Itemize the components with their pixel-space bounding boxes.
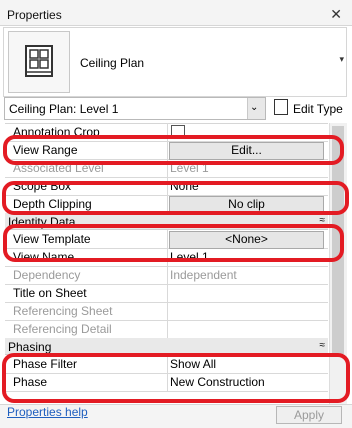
properties-help-link[interactable]: Properties help bbox=[7, 405, 88, 419]
column-divider bbox=[167, 284, 168, 302]
column-divider bbox=[167, 266, 168, 284]
view-name-field[interactable]: Level 1 bbox=[170, 250, 209, 264]
scope-box-value[interactable]: None bbox=[170, 179, 199, 193]
row-scope-box: Scope Box None bbox=[5, 177, 328, 196]
view-range-edit-button[interactable]: Edit... bbox=[169, 142, 324, 160]
annotation-crop-checkbox[interactable] bbox=[171, 125, 185, 139]
chevron-down-icon: ⌄ bbox=[250, 102, 259, 113]
group-label: Identity Data bbox=[8, 215, 76, 229]
row-label: Annotation Crop bbox=[13, 125, 100, 139]
row-value: Independent bbox=[170, 268, 237, 282]
row-title-on-sheet: Title on Sheet bbox=[5, 284, 328, 303]
row-label: Referencing Detail bbox=[13, 322, 112, 336]
row-label: Scope Box bbox=[13, 179, 72, 193]
column-divider bbox=[167, 195, 168, 213]
row-annotation-crop: Annotation Crop bbox=[5, 123, 328, 142]
column-divider bbox=[167, 230, 168, 248]
edit-type-icon bbox=[274, 99, 288, 115]
column-divider bbox=[167, 123, 168, 141]
column-divider bbox=[167, 159, 168, 177]
row-label: View Template bbox=[13, 232, 91, 246]
row-label: Phase bbox=[13, 375, 48, 389]
collapse-icon[interactable]: ≈ bbox=[320, 340, 326, 351]
column-divider bbox=[167, 141, 168, 159]
row-label: Depth Clipping bbox=[13, 197, 92, 211]
row-label: Associated Level bbox=[13, 161, 104, 175]
row-view-template: View Template <None> bbox=[5, 230, 328, 249]
apply-button[interactable]: Apply bbox=[276, 406, 342, 424]
row-label: Title on Sheet bbox=[13, 286, 87, 300]
collapse-icon[interactable]: ≈ bbox=[320, 215, 326, 226]
ceiling-plan-icon bbox=[8, 31, 70, 93]
row-referencing-sheet: Referencing Sheet bbox=[5, 302, 328, 321]
column-divider bbox=[167, 320, 168, 338]
close-icon[interactable]: ✕ bbox=[330, 6, 342, 23]
row-phase: Phase New Construction bbox=[5, 373, 328, 392]
row-view-name: View Name Level 1 bbox=[5, 248, 328, 267]
ceiling-plan-graphic bbox=[25, 45, 53, 77]
column-divider bbox=[167, 302, 168, 320]
row-label: View Range bbox=[13, 143, 78, 157]
row-dependency: Dependency Independent bbox=[5, 266, 328, 285]
row-phase-filter: Phase Filter Show All bbox=[5, 355, 328, 374]
depth-clipping-button[interactable]: No clip bbox=[169, 196, 324, 214]
row-referencing-detail: Referencing Detail bbox=[5, 320, 328, 339]
scrollbar-thumb[interactable] bbox=[332, 126, 344, 354]
view-selector-value: Ceiling Plan: Level 1 bbox=[9, 102, 119, 116]
group-label: Phasing bbox=[8, 340, 52, 354]
view-template-button[interactable]: <None> bbox=[169, 231, 324, 249]
row-depth-clipping: Depth Clipping No clip bbox=[5, 195, 328, 214]
row-view-range: View Range Edit... bbox=[5, 141, 328, 160]
column-divider bbox=[167, 248, 168, 266]
window-title: Properties bbox=[7, 8, 62, 22]
group-identity-data[interactable]: Identity Data ≈ bbox=[5, 213, 328, 230]
row-value: Level 1 bbox=[170, 161, 209, 175]
phase-filter-value[interactable]: Show All bbox=[170, 357, 216, 371]
chevron-down-icon[interactable]: ▾ bbox=[339, 54, 344, 65]
row-label: Dependency bbox=[13, 268, 81, 282]
column-divider bbox=[167, 355, 168, 373]
edit-type-label: Edit Type bbox=[293, 102, 343, 116]
row-associated-level: Associated Level Level 1 bbox=[5, 159, 328, 178]
phase-value[interactable]: New Construction bbox=[170, 375, 265, 389]
column-divider bbox=[167, 177, 168, 195]
group-phasing[interactable]: Phasing ≈ bbox=[5, 338, 328, 355]
row-label: View Name bbox=[13, 250, 75, 264]
row-label: Referencing Sheet bbox=[13, 304, 113, 318]
row-label: Phase Filter bbox=[13, 357, 78, 371]
type-name: Ceiling Plan bbox=[80, 56, 145, 70]
column-divider bbox=[167, 373, 168, 391]
